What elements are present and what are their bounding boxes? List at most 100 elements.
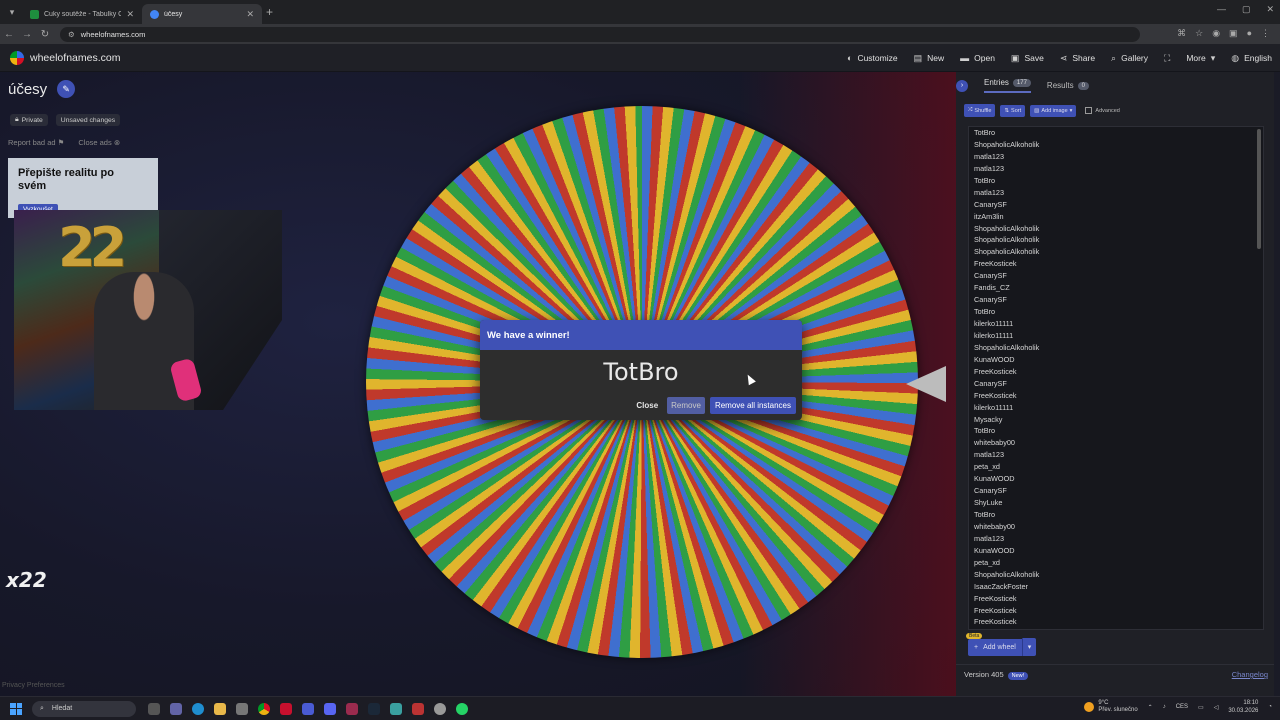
private-chip[interactable]: 🔒︎ Private <box>10 114 48 126</box>
entry-line[interactable]: FreeKosticek <box>969 366 1263 378</box>
browser-tab-ucesy[interactable]: účesy ✕ <box>142 4 262 24</box>
entry-line[interactable]: matla123 <box>969 163 1263 175</box>
translate-icon[interactable]: ⌘ <box>1177 28 1186 39</box>
edit-title-button[interactable]: ✎ <box>57 80 76 98</box>
whatsapp-icon[interactable] <box>456 702 468 715</box>
entry-line[interactable]: Mysacky <box>969 414 1263 426</box>
entry-line[interactable]: kilerko11111 <box>969 318 1263 330</box>
changelog-link[interactable]: Changelog <box>1232 670 1268 679</box>
entry-line[interactable]: TotBro <box>969 306 1263 318</box>
entry-line[interactable]: matla123 <box>969 449 1263 461</box>
entry-line[interactable]: FreeKosticek <box>969 593 1263 605</box>
entries-textarea[interactable]: TotBro ShopaholicAlkoholik matla123 matla12… <box>968 126 1264 630</box>
url-field[interactable]: ⚙ wheelofnames.com <box>60 26 1140 42</box>
add-image-button[interactable]: ▨ Add image ▾ <box>1030 104 1077 117</box>
add-wheel-dropdown[interactable]: ▾ <box>1021 638 1037 656</box>
shuffle-button[interactable]: ⤮ Shuffle <box>964 104 996 117</box>
windows-start-icon[interactable] <box>10 702 22 715</box>
entry-line[interactable]: matla123 <box>969 533 1263 545</box>
bookmark-star-icon[interactable]: ☆ <box>1195 28 1203 39</box>
close-button[interactable]: Close <box>632 398 662 413</box>
entries-scrollbar[interactable] <box>1257 129 1261 249</box>
store-icon[interactable] <box>236 702 248 715</box>
taskbar-search[interactable]: ⌕ Hledat <box>32 700 136 717</box>
entry-line[interactable]: peta_xd <box>969 461 1263 473</box>
new-tab-icon[interactable]: + <box>266 5 273 19</box>
weather-widget[interactable]: 9°C Přev. slunečno <box>1084 700 1138 714</box>
entry-line[interactable]: FreeKosticek <box>969 258 1263 270</box>
task-view-icon[interactable] <box>148 702 160 715</box>
entry-line[interactable]: ShopaholicAlkoholik <box>969 139 1263 151</box>
explorer-icon[interactable] <box>214 702 226 715</box>
checkbox-box[interactable] <box>1085 107 1093 114</box>
extension-icon[interactable]: ◉ <box>1212 28 1220 39</box>
entry-line[interactable]: FreeKosticek <box>969 605 1263 617</box>
tab-entries[interactable]: Entries 177 <box>984 78 1031 93</box>
chevron-up-icon[interactable]: ⌃ <box>1148 704 1153 711</box>
entry-line[interactable]: whitebaby00 <box>969 521 1263 533</box>
privacy-link[interactable]: Privacy Preferences <box>2 682 65 689</box>
media-icon[interactable] <box>412 702 424 715</box>
microphone-icon[interactable]: ♪ <box>1163 704 1166 710</box>
acrobat-icon[interactable] <box>280 702 292 715</box>
entry-line[interactable]: KunaWOOD <box>969 545 1263 557</box>
menu-save[interactable]: ▣ Save <box>1011 53 1044 64</box>
entry-line[interactable]: CanarySF <box>969 485 1263 497</box>
tab-search-icon[interactable]: ▾ <box>2 2 22 22</box>
entry-line[interactable]: CanarySF <box>969 294 1263 306</box>
menu-language[interactable]: ◍ English <box>1231 53 1272 64</box>
minimize-icon[interactable]: — <box>1217 4 1226 15</box>
advanced-checkbox[interactable]: Advanced <box>1085 107 1120 114</box>
close-icon[interactable]: ✕ <box>126 9 134 20</box>
forward-icon[interactable]: → <box>18 29 36 40</box>
profile-icon[interactable]: ● <box>1247 28 1252 39</box>
browser-tab-sheets[interactable]: Čuky soutěže - Tabulky Google ✕ <box>22 4 142 24</box>
clock[interactable]: 18:10 30.03.2026 <box>1228 699 1258 715</box>
entry-line[interactable]: TotBro <box>969 509 1263 521</box>
network-icon[interactable]: ▭ <box>1198 704 1204 711</box>
menu-new[interactable]: ▤ New <box>914 53 945 64</box>
entry-line[interactable]: ShopaholicAlkoholik <box>969 234 1263 246</box>
report-ad-link[interactable]: Report bad ad ⚑ <box>8 138 64 147</box>
entry-line[interactable]: FreeKosticek <box>969 616 1263 628</box>
entry-line[interactable]: FreeKosticek <box>969 390 1263 402</box>
close-icon[interactable]: ✕ <box>246 9 254 20</box>
entry-line[interactable]: kilerko11111 <box>969 402 1263 414</box>
entry-line[interactable]: Fandis_CZ <box>969 282 1263 294</box>
site-logo[interactable]: wheelofnames.com <box>10 50 120 65</box>
maximize-icon[interactable]: ▢ <box>1242 4 1251 15</box>
entry-line[interactable]: ShopaholicAlkoholik <box>969 569 1263 581</box>
add-wheel-button[interactable]: + Add wheel <box>968 638 1022 656</box>
menu-share[interactable]: ⋖ Share <box>1060 53 1095 64</box>
volume-icon[interactable]: ◁ <box>1214 704 1219 711</box>
sort-button[interactable]: ⇅ Sort <box>1000 104 1026 117</box>
entry-line[interactable]: kilerko11111 <box>969 330 1263 342</box>
entry-line[interactable]: TotBro <box>969 127 1263 139</box>
menu-customize[interactable]: ◐ Customize <box>847 53 898 63</box>
entry-line[interactable]: CanarySF <box>969 378 1263 390</box>
chrome2-icon[interactable] <box>434 702 446 715</box>
advertisement[interactable]: Přepište realitu po svém Vyzkoušet <box>8 158 158 218</box>
entry-line[interactable]: whitebaby00 <box>969 437 1263 449</box>
edge-icon[interactable] <box>192 702 204 715</box>
entry-line[interactable]: TotBro <box>969 175 1263 187</box>
entry-line[interactable]: CanarySF <box>969 199 1263 211</box>
collapse-sidebar-button[interactable]: › <box>956 79 968 92</box>
close-window-icon[interactable]: ✕ <box>1266 4 1274 15</box>
tab-results[interactable]: Results 0 <box>1047 81 1089 90</box>
language-indicator[interactable]: CES <box>1176 704 1188 710</box>
puzzle-icon[interactable]: ▣ <box>1229 28 1238 39</box>
menu-more[interactable]: More ▾ <box>1186 53 1215 64</box>
menu-dots-icon[interactable]: ⋮ <box>1261 28 1270 39</box>
entry-line[interactable]: itzAm3lin <box>969 211 1263 223</box>
notepad-icon[interactable] <box>390 702 402 715</box>
entry-line[interactable]: CanarySF <box>969 270 1263 282</box>
remove-button[interactable]: Remove <box>667 397 705 414</box>
entry-line[interactable]: ShopaholicAlkoholik <box>969 223 1263 235</box>
reload-icon[interactable]: ↻ <box>36 29 54 40</box>
entry-line[interactable]: ShopaholicAlkoholik <box>969 246 1263 258</box>
entry-line[interactable]: KunaWOOD <box>969 473 1263 485</box>
shield-icon[interactable] <box>302 702 314 715</box>
menu-fullscreen[interactable]: ⛶ <box>1164 53 1170 64</box>
back-icon[interactable]: ← <box>0 29 18 40</box>
